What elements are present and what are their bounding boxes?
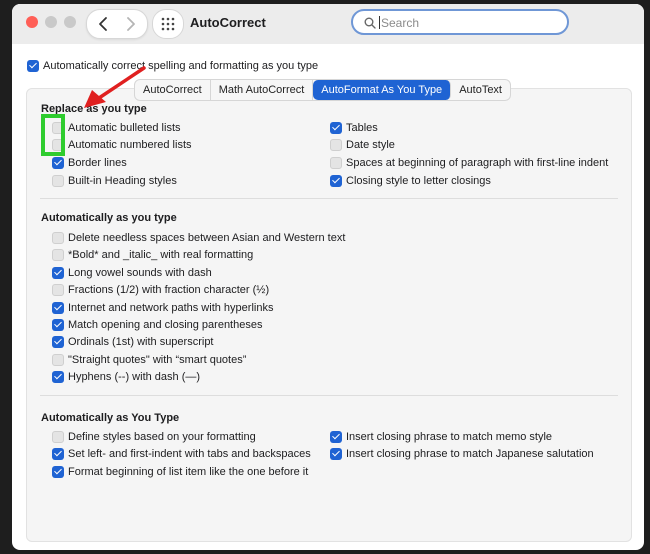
label-long-vowel: Long vowel sounds with dash [68, 267, 212, 279]
checkbox-closing-style[interactable] [330, 175, 342, 187]
checkbox-match-parentheses[interactable] [52, 319, 64, 331]
checkbox-spaces-at-beginning[interactable] [330, 157, 342, 169]
section-divider [40, 198, 618, 199]
label-automatic-bulleted-lists: Automatic bulleted lists [68, 122, 181, 134]
label-set-indent: Set left- and first-indent with tabs and… [68, 448, 311, 460]
search-field[interactable] [351, 9, 569, 35]
checkbox-define-styles[interactable] [52, 431, 64, 443]
close-window-button[interactable] [26, 16, 38, 28]
tab-autotext[interactable]: AutoText [451, 80, 510, 100]
window-title: AutoCorrect [190, 15, 266, 30]
navigation-controls [86, 9, 148, 39]
auto-correct-checkbox[interactable] [27, 60, 39, 72]
tab-bar: AutoCorrect Math AutoCorrect AutoFormat … [134, 79, 511, 101]
checkbox-tables[interactable] [330, 122, 342, 134]
checkbox-memo-closing[interactable] [330, 431, 342, 443]
checkbox-format-list-item[interactable] [52, 466, 64, 478]
search-input[interactable] [379, 13, 563, 33]
checkbox-set-indent[interactable] [52, 448, 64, 460]
label-delete-needless-spaces: Delete needless spaces between Asian and… [68, 232, 346, 244]
chevron-right-icon [127, 17, 135, 31]
label-border-lines: Border lines [68, 157, 127, 169]
checkbox-border-lines[interactable] [52, 157, 64, 169]
checkbox-delete-needless-spaces[interactable] [52, 232, 64, 244]
label-define-styles: Define styles based on your formatting [68, 431, 256, 443]
section-title-automatically-as-you-type: Automatically as You Type [41, 412, 180, 424]
label-internet-paths: Internet and network paths with hyperlin… [68, 302, 274, 314]
label-japanese-closing: Insert closing phrase to match Japanese … [346, 448, 594, 460]
section-title-automatically: Automatically as you type [41, 212, 177, 224]
zoom-window-button[interactable] [64, 16, 76, 28]
tab-autoformat-as-you-type[interactable]: AutoFormat As You Type [313, 80, 452, 100]
label-straight-quotes: "Straight quotes" with “smart quotes” [68, 354, 247, 366]
checkbox-fractions[interactable] [52, 284, 64, 296]
checkbox-straight-quotes[interactable] [52, 354, 64, 366]
label-ordinals: Ordinals (1st) with superscript [68, 336, 214, 348]
label-hyphens: Hyphens (--) with dash (—) [68, 371, 201, 383]
label-date-style: Date style [346, 139, 395, 151]
label-memo-closing: Insert closing phrase to match memo styl… [346, 431, 553, 443]
label-spaces-at-beginning: Spaces at beginning of paragraph with fi… [346, 157, 609, 169]
checkbox-built-in-heading-styles[interactable] [52, 175, 64, 187]
label-tables: Tables [346, 122, 378, 134]
search-icon [364, 17, 376, 29]
title-bar: AutoCorrect [12, 4, 644, 44]
label-fractions: Fractions (1/2) with fraction character … [68, 284, 270, 296]
checkbox-ordinals[interactable] [52, 336, 64, 348]
label-closing-style: Closing style to letter closings [346, 175, 491, 187]
forward-button[interactable] [117, 12, 143, 36]
grid-icon [161, 17, 175, 31]
section-divider [40, 395, 618, 396]
highlight-box [41, 114, 65, 156]
annotation-arrow-icon [84, 66, 146, 108]
chevron-left-icon [99, 17, 107, 31]
tab-math-autocorrect[interactable]: Math AutoCorrect [211, 80, 314, 100]
checkbox-bold-italic[interactable] [52, 249, 64, 261]
label-automatic-numbered-lists: Automatic numbered lists [68, 139, 192, 151]
show-all-button[interactable] [152, 9, 184, 39]
label-bold-italic: *Bold* and _italic_ with real formatting [68, 249, 254, 261]
label-match-parentheses: Match opening and closing parentheses [68, 319, 263, 331]
minimize-window-button[interactable] [45, 16, 57, 28]
label-format-list-item: Format beginning of list item like the o… [68, 466, 309, 478]
checkbox-hyphens[interactable] [52, 371, 64, 383]
label-built-in-heading-styles: Built-in Heading styles [68, 175, 177, 187]
autocorrect-window: AutoCorrect Automatically correct spelli… [12, 4, 644, 550]
back-button[interactable] [91, 12, 117, 36]
checkbox-internet-paths[interactable] [52, 302, 64, 314]
checkbox-date-style[interactable] [330, 139, 342, 151]
checkbox-japanese-closing[interactable] [330, 448, 342, 460]
checkbox-long-vowel[interactable] [52, 267, 64, 279]
